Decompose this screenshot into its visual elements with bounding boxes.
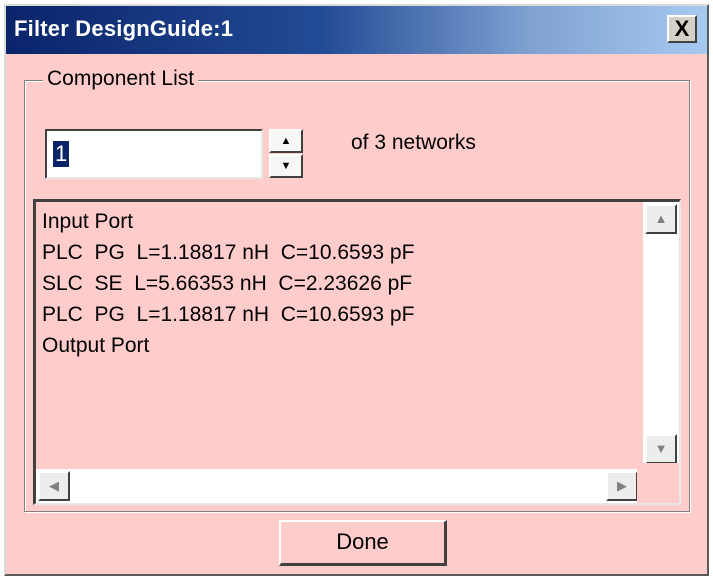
horizontal-scrollbar[interactable]: ◀ ▶ <box>36 469 642 503</box>
vertical-scrollbar[interactable]: ▲ ▼ <box>643 202 679 466</box>
title-bar[interactable]: Filter DesignGuide:1 X <box>6 6 707 54</box>
networks-count-label: of 3 networks <box>351 131 476 154</box>
done-button-label: Done <box>336 529 389 554</box>
filter-design-dialog: Filter DesignGuide:1 X Component List 1 … <box>4 4 709 576</box>
close-icon: X <box>674 16 690 41</box>
scrollbar-corner <box>637 463 679 503</box>
scroll-left-button[interactable]: ◀ <box>38 471 70 501</box>
arrow-up-icon: ▲ <box>280 135 292 147</box>
scroll-up-icon: ▲ <box>654 211 668 226</box>
scroll-right-button[interactable]: ▶ <box>606 471 638 501</box>
network-number-input[interactable]: 1 <box>45 129 263 179</box>
list-item[interactable]: Output Port <box>42 330 414 361</box>
scroll-right-icon: ▶ <box>617 478 627 493</box>
scroll-down-button[interactable]: ▼ <box>645 434 677 464</box>
component-list-label: Component List <box>43 67 199 91</box>
scroll-up-button[interactable]: ▲ <box>645 204 677 234</box>
done-button[interactable]: Done <box>279 520 447 566</box>
arrow-down-icon: ▼ <box>280 160 292 172</box>
network-number-value: 1 <box>53 141 70 167</box>
close-button[interactable]: X <box>667 15 697 43</box>
scroll-left-icon: ◀ <box>49 478 59 493</box>
list-item[interactable]: PLC PG L=1.18817 nH C=10.6593 pF <box>42 237 414 268</box>
list-item[interactable]: SLC SE L=5.66353 nH C=2.23626 pF <box>42 268 414 299</box>
component-listbox[interactable]: Input Port PLC PG L=1.18817 nH C=10.6593… <box>33 199 681 505</box>
window-title: Filter DesignGuide:1 <box>14 16 234 41</box>
list-item[interactable]: PLC PG L=1.18817 nH C=10.6593 pF <box>42 299 414 330</box>
spin-down-button[interactable]: ▼ <box>269 154 303 178</box>
list-item[interactable]: Input Port <box>42 206 414 237</box>
component-list-group: Component List 1 ▲ ▼ of 3 networks Input… <box>24 67 690 512</box>
spin-up-button[interactable]: ▲ <box>269 129 303 153</box>
component-lines: Input Port PLC PG L=1.18817 nH C=10.6593… <box>42 206 414 361</box>
scroll-down-icon: ▼ <box>654 441 668 456</box>
